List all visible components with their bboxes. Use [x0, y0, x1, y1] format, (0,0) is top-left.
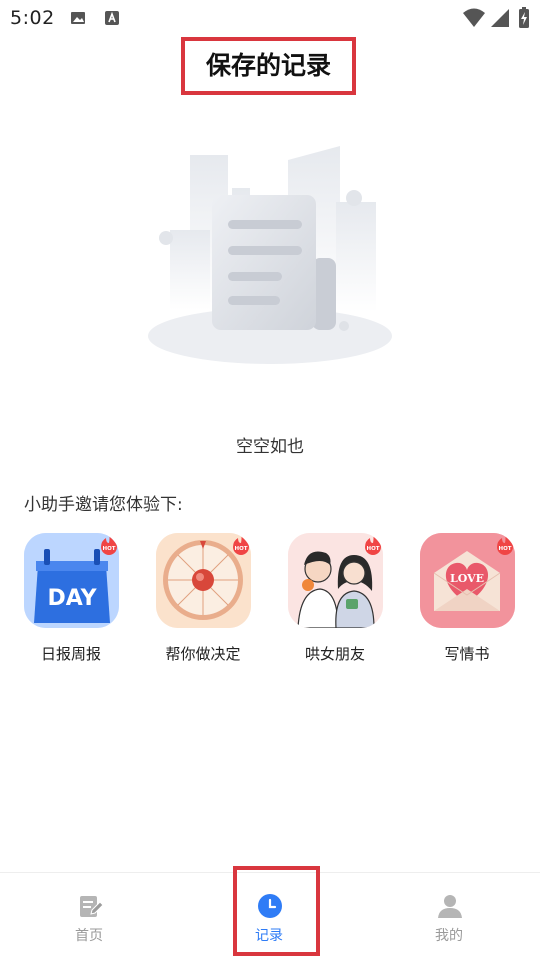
hot-badge-icon: HOT [101, 533, 117, 555]
image-notification-icon [71, 12, 85, 24]
day-calendar-icon[interactable]: DAY HOT [24, 533, 119, 628]
nav-highlight-box [233, 866, 320, 956]
hot-badge-icon: HOT [497, 533, 513, 555]
love-text: LOVE [450, 572, 484, 585]
svg-text:HOT: HOT [102, 546, 115, 552]
status-bar: 5:02 [0, 0, 540, 36]
title-highlight-box [181, 37, 356, 95]
nav-label-mine: 我的 [435, 928, 463, 944]
user-icon [438, 895, 462, 918]
edit-note-icon [80, 896, 103, 917]
recommend-intro: 小助手邀请您体验下: [24, 495, 183, 515]
hot-badge-icon: HOT [233, 533, 249, 555]
app-label: 日报周报 [40, 645, 101, 663]
status-time: 5:02 [10, 7, 55, 29]
empty-document-illustration [148, 146, 392, 364]
empty-state-message: 空空如也 [236, 437, 304, 457]
nav-label-home: 首页 [75, 928, 103, 944]
day-text: DAY [47, 586, 97, 611]
app-love-letter[interactable]: LOVE HOT 写情书 [412, 533, 522, 673]
couple-icon[interactable]: HOT [288, 533, 383, 628]
battery-charging-icon [519, 7, 529, 28]
svg-text:HOT: HOT [234, 546, 247, 552]
decision-wheel-icon[interactable]: HOT [156, 533, 251, 628]
svg-text:HOT: HOT [498, 546, 511, 552]
app-label: 写情书 [444, 645, 490, 663]
svg-text:HOT: HOT [366, 546, 379, 552]
app-label: 帮你做决定 [165, 645, 241, 663]
app-label: 哄女朋友 [304, 645, 365, 663]
nav-item-home[interactable]: 首页 [29, 873, 149, 961]
app-coax-girlfriend[interactable]: HOT 哄女朋友 [280, 533, 390, 673]
hot-badge-icon: HOT [365, 533, 381, 555]
cellular-signal-icon [491, 9, 509, 27]
app-daily-report[interactable]: DAY HOT 日报周报 [16, 533, 126, 673]
app-decision-maker[interactable]: HOT 帮你做决定 [148, 533, 258, 673]
app-notification-icon [105, 11, 119, 25]
love-letter-icon[interactable]: LOVE HOT [420, 533, 515, 628]
wifi-icon [463, 8, 485, 27]
nav-item-mine[interactable]: 我的 [389, 873, 509, 961]
